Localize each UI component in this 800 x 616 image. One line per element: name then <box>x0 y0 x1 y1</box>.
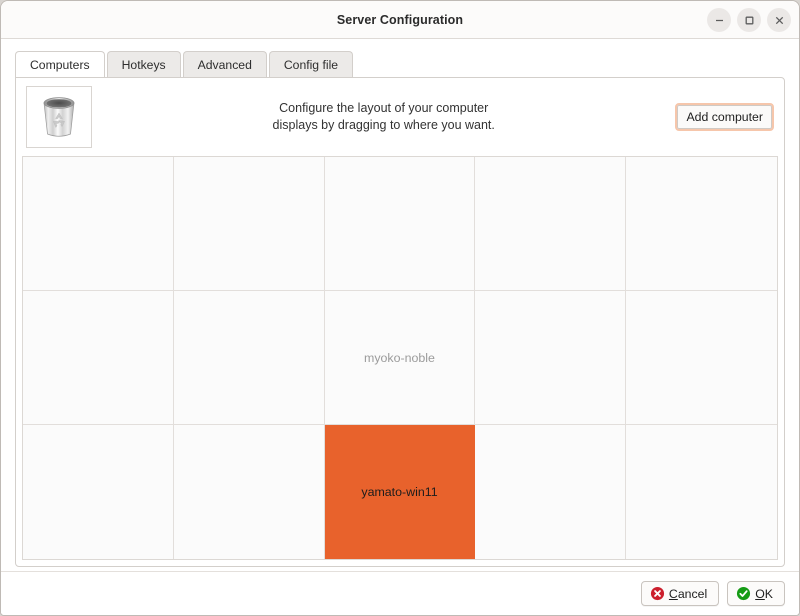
ok-button-label: OK <box>755 587 773 601</box>
cancel-label-rest: ancel <box>678 587 707 601</box>
grid-cell-r1-c1[interactable] <box>23 157 174 291</box>
check-circle-icon <box>736 586 751 601</box>
window-title: Server Configuration <box>337 13 463 27</box>
grid-cell-r3-c3[interactable]: yamato-win11 <box>325 425 476 559</box>
maximize-icon <box>742 13 757 28</box>
tab-config-file[interactable]: Config file <box>269 51 353 77</box>
maximize-button[interactable] <box>737 8 761 32</box>
instruction-line-2: displays by dragging to where you want. <box>102 117 665 134</box>
computers-tab-panel: Configure the layout of your computer di… <box>15 77 785 567</box>
cancel-button[interactable]: Cancel <box>641 581 719 606</box>
ok-label-rest: K <box>765 587 773 601</box>
tab-advanced[interactable]: Advanced <box>183 51 267 77</box>
grid-cell-r2-c3[interactable]: myoko-noble <box>325 291 476 425</box>
trash-bin-icon <box>37 93 81 141</box>
grid-cells: myoko-noble yamato-win11 <box>23 157 777 559</box>
tab-computers-label: Computers <box>30 58 90 72</box>
grid-cell-r3-c4[interactable] <box>475 425 626 559</box>
instruction-text: Configure the layout of your computer di… <box>92 100 675 134</box>
grid-cell-r3-c2[interactable] <box>174 425 325 559</box>
tab-strip: Computers Hotkeys Advanced Config file <box>15 51 785 77</box>
ok-button[interactable]: OK <box>727 581 785 606</box>
grid-cell-r2-c1[interactable] <box>23 291 174 425</box>
minimize-icon <box>712 13 727 28</box>
cancel-button-label: Cancel <box>669 587 707 601</box>
grid-cell-r3-c1[interactable] <box>23 425 174 559</box>
panel-header: Configure the layout of your computer di… <box>16 78 784 156</box>
tab-advanced-label: Advanced <box>198 58 252 72</box>
display-layout-grid[interactable]: myoko-noble yamato-win11 <box>22 156 778 560</box>
title-bar: Server Configuration <box>1 1 799 39</box>
grid-cell-r2-c5[interactable] <box>626 291 777 425</box>
grid-cell-r1-c4[interactable] <box>475 157 626 291</box>
window-controls <box>707 1 791 39</box>
instruction-line-1: Configure the layout of your computer <box>102 100 665 117</box>
grid-cell-r3-c5[interactable] <box>626 425 777 559</box>
minimize-button[interactable] <box>707 8 731 32</box>
grid-cell-r1-c5[interactable] <box>626 157 777 291</box>
error-circle-icon <box>650 586 665 601</box>
server-configuration-window: Server Configuration Computer <box>0 0 800 616</box>
cancel-mnemonic: C <box>669 587 678 601</box>
grid-cell-r1-c2[interactable] <box>174 157 325 291</box>
add-computer-button[interactable]: Add computer <box>675 103 774 131</box>
close-button[interactable] <box>767 8 791 32</box>
grid-cell-r2-c2[interactable] <box>174 291 325 425</box>
tab-config-file-label: Config file <box>284 58 338 72</box>
tab-hotkeys[interactable]: Hotkeys <box>107 51 181 77</box>
dialog-action-bar: Cancel OK <box>1 571 799 615</box>
computer-label: myoko-noble <box>364 351 435 365</box>
ok-mnemonic: O <box>755 587 765 601</box>
computer-label: yamato-win11 <box>361 485 437 499</box>
grid-cell-r2-c4[interactable] <box>475 291 626 425</box>
close-icon <box>772 13 787 28</box>
trash-drop-target[interactable] <box>26 86 92 148</box>
tab-hotkeys-label: Hotkeys <box>122 58 166 72</box>
grid-cell-r1-c3[interactable] <box>325 157 476 291</box>
tab-computers[interactable]: Computers <box>15 51 105 77</box>
